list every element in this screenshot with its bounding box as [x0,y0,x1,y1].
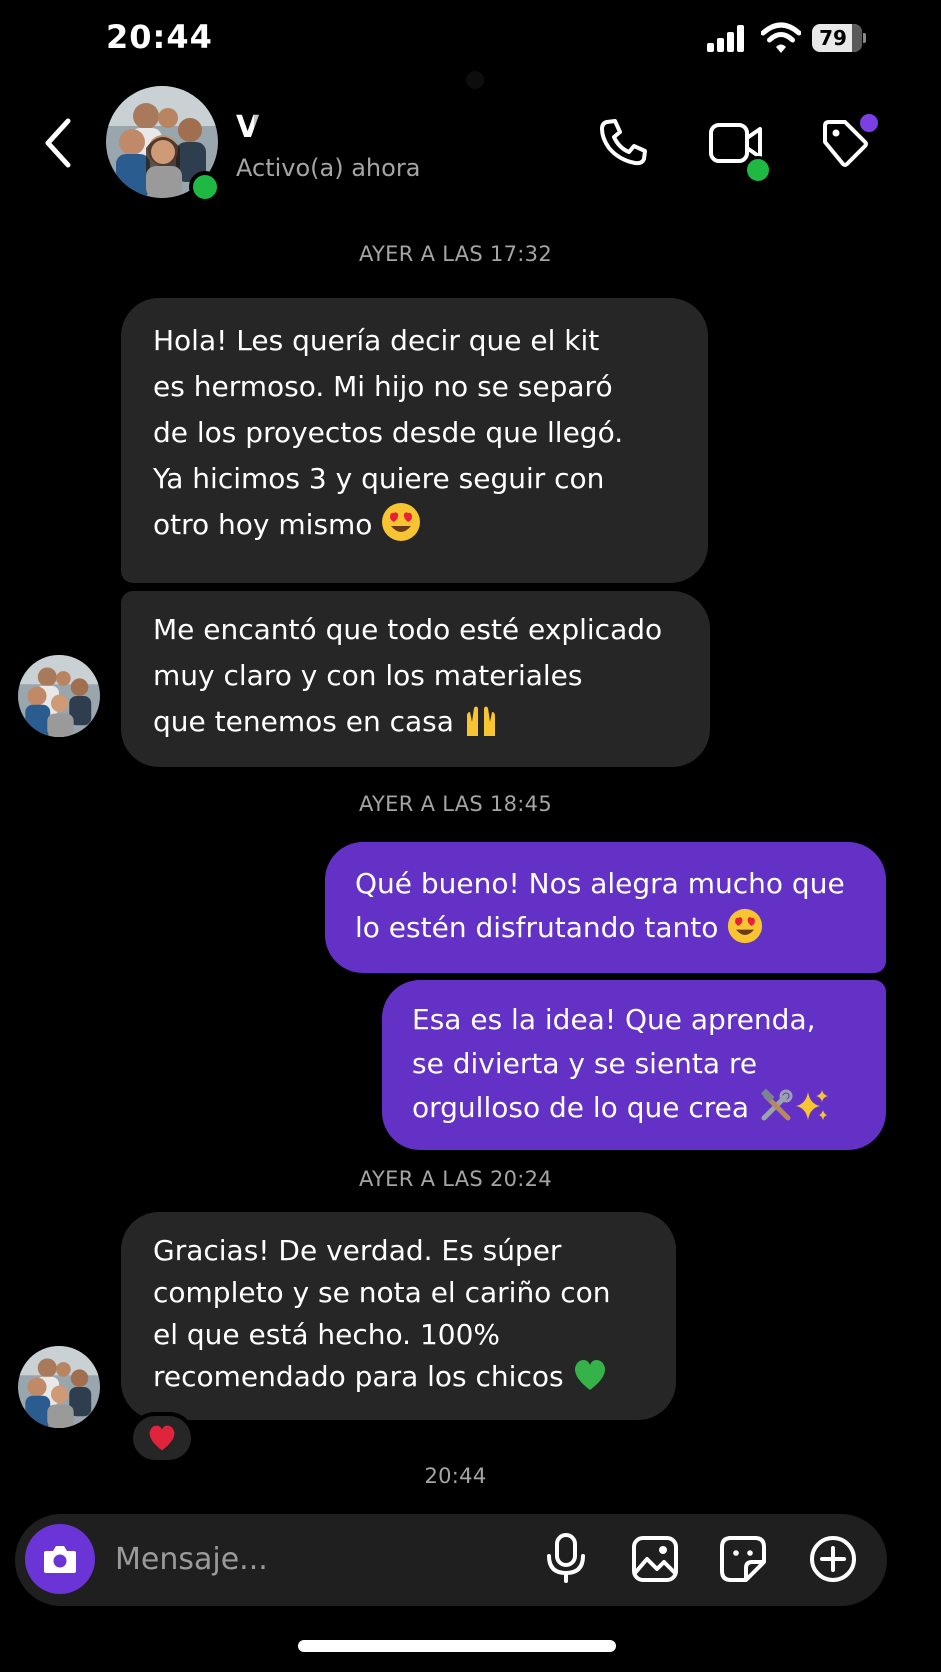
outgoing-message-bubble[interactable]: Qué bueno! Nos alegra mucho que lo estén… [325,842,886,973]
video-active-dot [744,156,772,184]
back-button[interactable] [40,116,76,170]
red-heart-icon [149,1425,175,1451]
contact-avatar-small[interactable] [18,1346,100,1428]
microphone-icon[interactable] [544,1532,588,1584]
back-chevron-icon [45,118,71,168]
tag-notification-dot [860,114,878,132]
phone-icon[interactable] [597,116,649,168]
contact-activity-status: Activo(a) ahora [236,154,421,182]
incoming-message-bubble[interactable]: Hola! Les quería decir que el kit es her… [121,298,708,583]
heart-eyes-emoji-icon [382,503,421,541]
sparkles-emoji-icon [795,1090,828,1120]
online-status-dot [189,171,221,203]
raising-hands-emoji-icon [466,706,495,736]
contact-name-obscured [254,114,464,144]
wifi-icon [760,22,802,54]
timestamp-divider: AYER A LAS 17:32 [358,242,552,266]
front-camera [466,71,484,89]
sticker-icon[interactable] [719,1535,767,1583]
signal-icon [707,24,747,52]
incoming-message-bubble[interactable]: Me encantó que todo esté explicado muy c… [121,591,710,767]
gallery-icon[interactable] [631,1535,679,1583]
timestamp-divider: 20:44 [424,1464,487,1488]
contact-avatar-small[interactable] [18,655,100,737]
hammer-and-wrench-emoji-icon [760,1088,793,1121]
status-time: 20:44 [106,18,213,56]
home-indicator[interactable] [298,1640,616,1652]
camera-icon [44,1546,76,1573]
camera-button[interactable] [25,1524,95,1594]
incoming-message-bubble[interactable]: Gracias! De verdad. Es súper completo y … [121,1212,676,1420]
timestamp-divider: AYER A LAS 20:24 [358,1167,552,1191]
timestamp-divider: AYER A LAS 18:45 [358,792,552,816]
battery-level: 79 [819,26,847,50]
add-plus-icon[interactable] [808,1534,858,1584]
outgoing-message-bubble[interactable]: Esa es la idea! Que aprenda, se divierta… [382,980,886,1150]
heart-eyes-emoji-icon [728,908,763,944]
green-heart-emoji-icon [575,1360,606,1390]
message-input[interactable] [115,1536,515,1582]
battery-icon: 79 [812,24,866,52]
heart-reaction-badge[interactable] [129,1412,195,1464]
